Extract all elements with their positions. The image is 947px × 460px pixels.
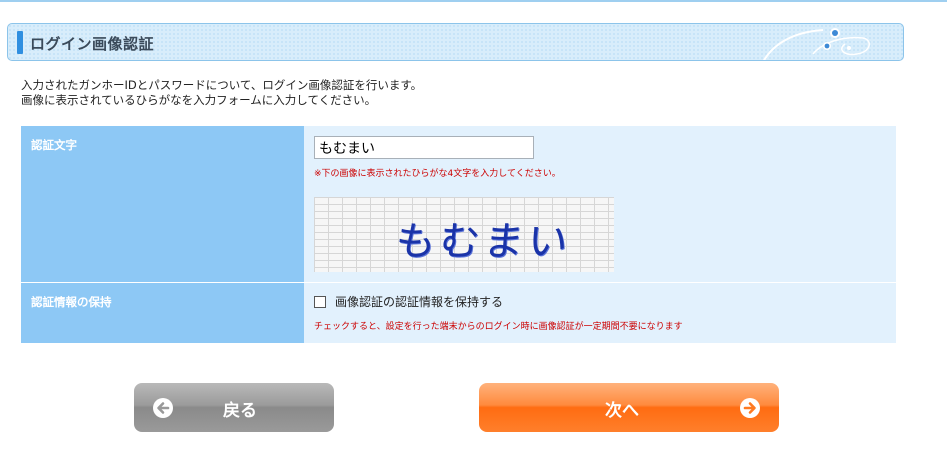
back-button[interactable]: 戻る	[134, 383, 334, 432]
captcha-row: 認証文字 ※下の画像に表示されたひらがな4文字を入力してください。 もむまい	[21, 126, 896, 282]
description-line-1: 入力されたガンホーIDとパスワードについて、ログイン画像認証を行います。	[21, 78, 423, 92]
next-button-label: 次へ	[605, 401, 639, 421]
captcha-input[interactable]	[314, 136, 534, 159]
remember-note: チェックすると、設定を行った端末からのログイン時に画像認証が一定期間不要になりま…	[314, 322, 683, 332]
back-button-label: 戻る	[223, 401, 257, 421]
header-accent-bar	[17, 31, 23, 54]
captcha-note: ※下の画像に表示されたひらがな4文字を入力してください。	[314, 169, 561, 179]
bubble-decoration-icon	[763, 28, 870, 60]
remember-label: 認証情報の保持	[21, 283, 304, 343]
top-border-line	[0, 0, 947, 2]
page-title: ログイン画像認証	[30, 35, 155, 53]
captcha-image-text: もむまい	[393, 219, 574, 265]
remember-row: 認証情報の保持 画像認証の認証情報を保持する チェックすると、設定を行った端末か…	[21, 283, 896, 343]
auth-form-table: 認証文字 ※下の画像に表示されたひらがな4文字を入力してください。 もむまい 認…	[21, 126, 896, 343]
remember-checkbox-wrap[interactable]: 画像認証の認証情報を保持する	[314, 293, 503, 310]
captcha-value-cell: ※下の画像に表示されたひらがな4文字を入力してください。 もむまい	[304, 126, 896, 282]
remember-value-cell: 画像認証の認証情報を保持する チェックすると、設定を行った端末からのログイン時に…	[304, 283, 896, 343]
remember-checkbox-label[interactable]: 画像認証の認証情報を保持する	[335, 293, 503, 310]
captcha-image: もむまい	[314, 197, 614, 272]
section-header: ログイン画像認証	[7, 23, 904, 61]
arrow-right-circle-icon	[740, 398, 760, 418]
arrow-left-circle-icon	[153, 398, 173, 418]
description: 入力されたガンホーIDとパスワードについて、ログイン画像認証を行います。 画像に…	[21, 78, 422, 108]
description-line-2: 画像に表示されているひらがなを入力フォームに入力してください。	[21, 93, 377, 107]
captcha-label: 認証文字	[21, 126, 304, 282]
next-button[interactable]: 次へ	[479, 383, 779, 432]
remember-checkbox[interactable]	[314, 295, 326, 308]
